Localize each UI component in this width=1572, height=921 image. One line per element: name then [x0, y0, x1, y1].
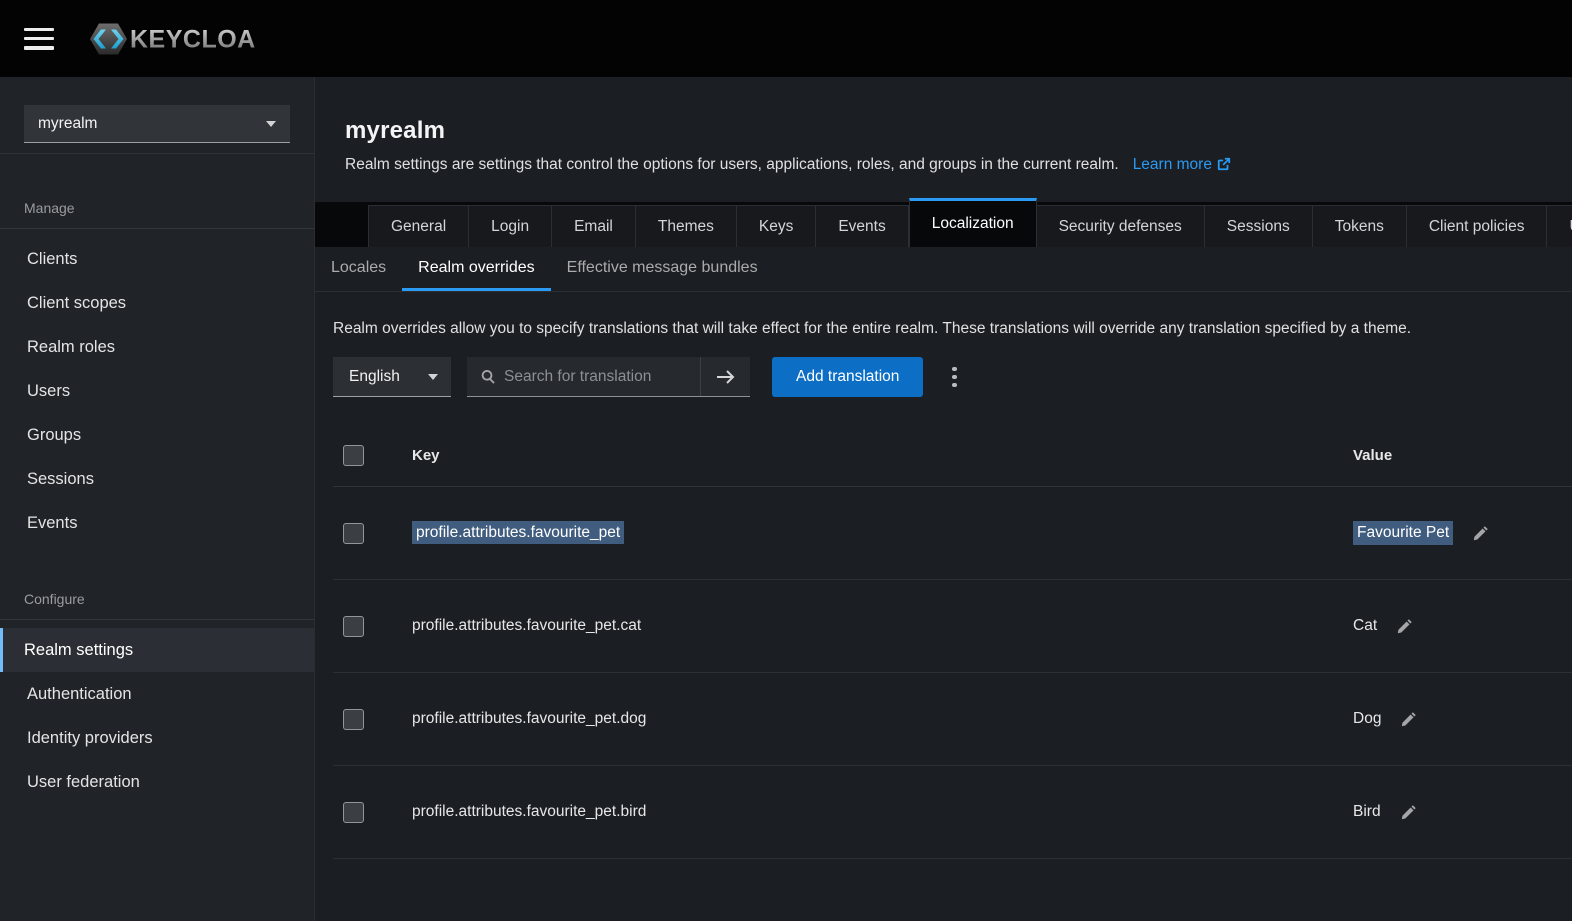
overrides-toolbar: English Add translation — [333, 357, 1572, 397]
realm-selector-value: myrealm — [38, 115, 97, 133]
keycloak-logo-icon: KEYCLOAK — [80, 20, 255, 58]
tab-sessions[interactable]: Sessions — [1205, 205, 1313, 247]
sidebar-divider — [0, 153, 314, 154]
masthead: KEYCLOAK — [0, 0, 1572, 77]
row-checkbox[interactable] — [343, 616, 364, 637]
sidebar-item-authentication[interactable]: Authentication — [0, 672, 314, 716]
nav-section-divider — [0, 228, 314, 229]
translation-value: Favourite Pet — [1353, 521, 1453, 545]
sidebar-item-client-scopes[interactable]: Client scopes — [0, 281, 314, 325]
table-footer-space — [333, 859, 1572, 910]
realm-overrides-description: Realm overrides allow you to specify tra… — [333, 320, 1572, 338]
search-submit-button[interactable] — [700, 357, 750, 396]
main-content: myrealm Realm settings are settings that… — [315, 77, 1572, 921]
translations-table: Key Value profile.attributes.favourite_p… — [333, 425, 1572, 910]
sidebar-item-identity-providers[interactable]: Identity providers — [0, 716, 314, 760]
sidebar-item-realm-roles[interactable]: Realm roles — [0, 325, 314, 369]
column-header-value: Value — [1353, 447, 1572, 464]
svg-text:KEYCLOAK: KEYCLOAK — [130, 25, 255, 53]
tab-themes[interactable]: Themes — [636, 205, 737, 247]
page-title: myrealm — [345, 117, 1542, 145]
manage-nav-list: Clients Client scopes Realm roles Users … — [0, 237, 314, 545]
tab-events[interactable]: Events — [816, 205, 908, 247]
translation-key: profile.attributes.favourite_pet.cat — [412, 617, 1353, 635]
chevron-down-icon — [266, 121, 276, 127]
row-checkbox[interactable] — [343, 709, 364, 730]
sidebar-item-users[interactable]: Users — [0, 369, 314, 413]
tab-general[interactable]: General — [368, 205, 469, 247]
sidebar-item-user-federation[interactable]: User federation — [0, 760, 314, 804]
realm-overrides-section: Realm overrides allow you to specify tra… — [315, 320, 1572, 910]
column-header-key: Key — [412, 447, 1353, 464]
tab-login[interactable]: Login — [469, 205, 552, 247]
translation-value: Cat — [1353, 617, 1377, 635]
translation-value: Bird — [1353, 803, 1381, 821]
search-input[interactable] — [504, 368, 689, 386]
arrow-right-icon — [716, 369, 736, 385]
realm-settings-tabs: General Login Email Themes Keys Events L… — [315, 202, 1572, 247]
subtab-realm-overrides[interactable]: Realm overrides — [402, 247, 550, 291]
select-all-checkbox[interactable] — [343, 445, 364, 466]
table-header-row: Key Value — [333, 425, 1572, 487]
subtab-effective-message-bundles[interactable]: Effective message bundles — [551, 247, 774, 291]
localization-subtabs: Locales Realm overrides Effective messag… — [315, 247, 1572, 292]
sidebar-item-groups[interactable]: Groups — [0, 413, 314, 457]
nav-section-manage: Manage — [24, 200, 314, 216]
row-checkbox[interactable] — [343, 802, 364, 823]
sidebar-item-sessions[interactable]: Sessions — [0, 457, 314, 501]
sidebar-item-events[interactable]: Events — [0, 501, 314, 545]
translation-key: profile.attributes.favourite_pet.dog — [412, 710, 1353, 728]
tab-keys[interactable]: Keys — [737, 205, 816, 247]
search-group — [467, 357, 750, 397]
add-translation-button[interactable]: Add translation — [772, 357, 923, 397]
tab-localization[interactable]: Localization — [909, 198, 1037, 247]
page-header: myrealm Realm settings are settings that… — [315, 77, 1572, 175]
sidebar: myrealm Manage Clients Client scopes Rea… — [0, 77, 315, 921]
table-row: profile.attributes.favourite_pet.cat Cat — [333, 580, 1572, 673]
table-row: profile.attributes.favourite_pet.dog Dog — [333, 673, 1572, 766]
sidebar-item-clients[interactable]: Clients — [0, 237, 314, 281]
table-row: profile.attributes.favourite_pet Favouri… — [333, 487, 1572, 580]
table-row: profile.attributes.favourite_pet.bird Bi… — [333, 766, 1572, 859]
page-description-text: Realm settings are settings that control… — [345, 156, 1119, 173]
tab-user-clipped[interactable]: Use — [1547, 205, 1572, 247]
configure-nav-list: Realm settings Authentication Identity p… — [0, 628, 314, 804]
row-checkbox[interactable] — [343, 523, 364, 544]
realm-selector[interactable]: myrealm — [24, 105, 290, 143]
edit-pencil-icon[interactable] — [1400, 711, 1417, 728]
subtab-locales[interactable]: Locales — [315, 247, 402, 291]
chevron-down-icon — [428, 374, 438, 380]
search-box — [467, 357, 700, 396]
external-link-icon — [1217, 157, 1231, 171]
kebab-menu-icon[interactable] — [946, 361, 963, 394]
edit-pencil-icon[interactable] — [1400, 804, 1417, 821]
search-icon — [480, 369, 495, 384]
edit-pencil-icon[interactable] — [1472, 525, 1489, 542]
tab-email[interactable]: Email — [552, 205, 636, 247]
translation-value: Dog — [1353, 710, 1381, 728]
tab-client-policies[interactable]: Client policies — [1407, 205, 1548, 247]
sidebar-item-realm-settings[interactable]: Realm settings — [0, 628, 314, 672]
nav-section-divider — [0, 619, 314, 620]
tab-tokens[interactable]: Tokens — [1313, 205, 1407, 247]
tab-security-defenses[interactable]: Security defenses — [1037, 205, 1205, 247]
keycloak-logo: KEYCLOAK — [80, 20, 255, 58]
translation-key: profile.attributes.favourite_pet.bird — [412, 803, 1353, 821]
locale-select-value: English — [349, 368, 400, 386]
page-description: Realm settings are settings that control… — [345, 154, 1542, 175]
learn-more-link[interactable]: Learn more — [1133, 156, 1231, 173]
translation-key: profile.attributes.favourite_pet — [412, 521, 624, 544]
nav-toggle-hamburger-icon[interactable] — [24, 28, 54, 50]
locale-select[interactable]: English — [333, 357, 451, 397]
nav-section-configure: Configure — [24, 591, 314, 607]
edit-pencil-icon[interactable] — [1396, 618, 1413, 635]
